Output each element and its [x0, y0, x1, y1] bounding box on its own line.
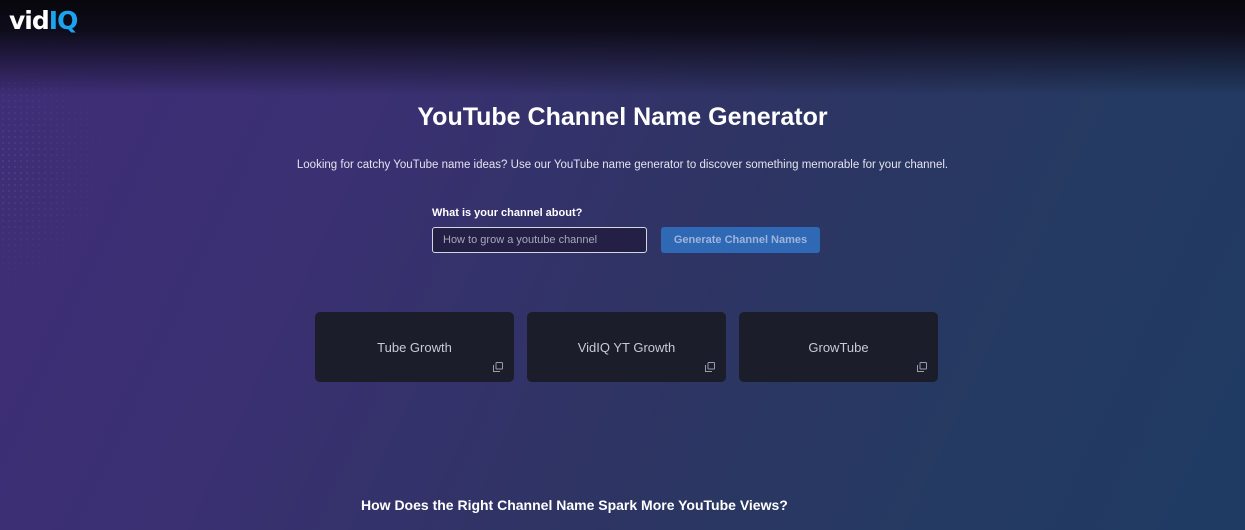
channel-topic-label: What is your channel about?	[432, 207, 583, 219]
channel-topic-input[interactable]	[443, 234, 636, 246]
results-list: Tube Growth VidIQ YT Growth GrowTube	[315, 312, 938, 382]
copy-icon[interactable]	[917, 362, 927, 372]
vidiq-logo[interactable]: vid IQ	[9, 6, 79, 35]
copy-icon[interactable]	[493, 362, 503, 372]
result-card[interactable]: Tube Growth	[315, 312, 514, 382]
result-card-name: GrowTube	[808, 339, 869, 355]
section-body-cutoff	[361, 523, 851, 530]
generate-channel-names-button[interactable]: Generate Channel Names	[661, 227, 820, 253]
logo-text-vid: vid	[9, 6, 50, 35]
result-card-name: Tube Growth	[377, 339, 452, 355]
result-card[interactable]: GrowTube	[739, 312, 938, 382]
logo-text-iq: IQ	[48, 6, 79, 35]
copy-icon[interactable]	[705, 362, 715, 372]
page-title: YouTube Channel Name Generator	[417, 103, 828, 131]
section-heading: How Does the Right Channel Name Spark Mo…	[361, 497, 788, 513]
channel-topic-field[interactable]	[432, 227, 647, 253]
result-card[interactable]: VidIQ YT Growth	[527, 312, 726, 382]
page-subtitle: Looking for catchy YouTube name ideas? U…	[296, 159, 949, 171]
result-card-name: VidIQ YT Growth	[577, 339, 676, 355]
